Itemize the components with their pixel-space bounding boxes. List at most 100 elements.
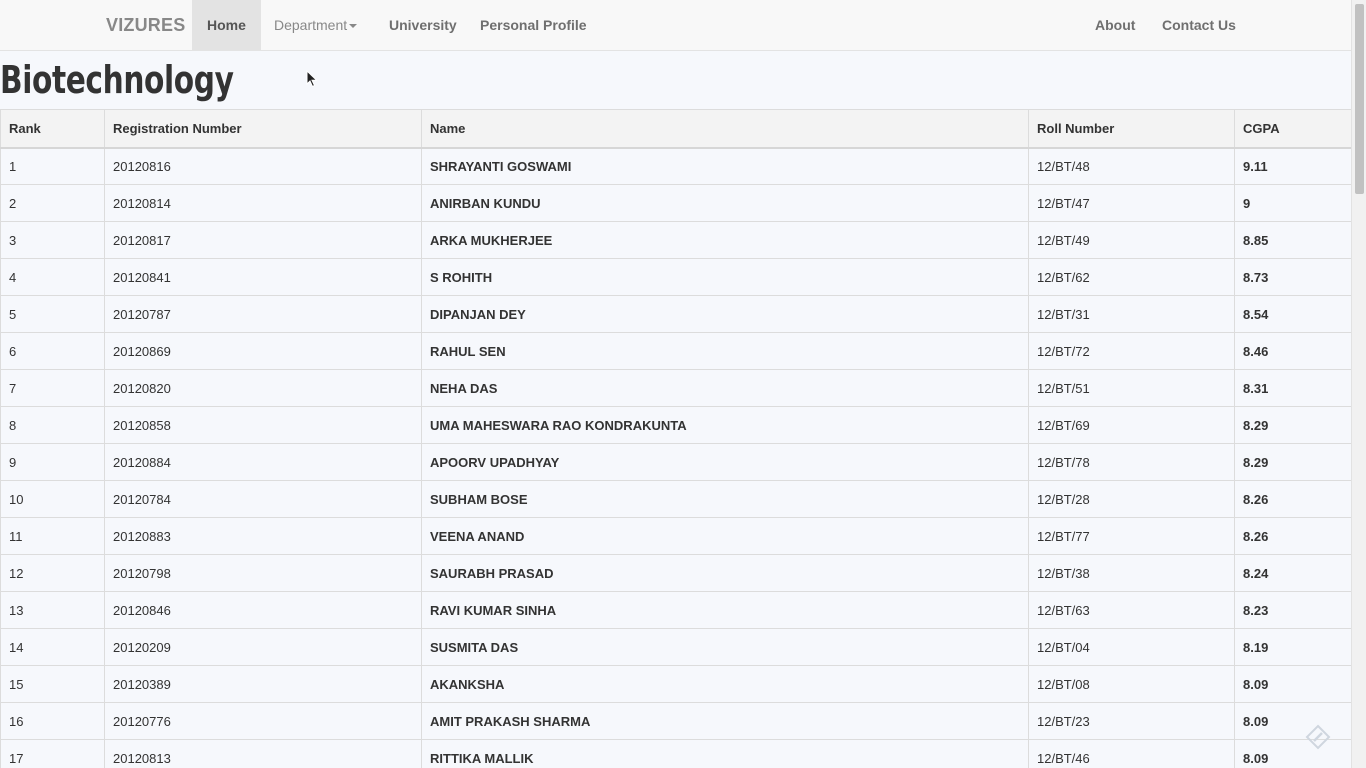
registration-number-cell: 20120776	[104, 702, 422, 740]
table-row: 1 20120816 SHRAYANTI GOSWAMI 12/BT/48 9.11	[0, 147, 1352, 185]
rank-cell: 1	[0, 147, 105, 185]
name-cell: ARKA MUKHERJEE	[421, 221, 1029, 259]
roll-number-cell: 12/BT/63	[1028, 591, 1235, 629]
rank-table-container: Rank Registration Number Name Roll Numbe…	[0, 109, 1352, 768]
roll-number-cell: 12/BT/78	[1028, 443, 1235, 481]
registration-number-cell: 20120820	[104, 369, 422, 407]
nav-department-dropdown[interactable]: Department	[259, 0, 372, 50]
registration-number-cell: 20120784	[104, 480, 422, 518]
name-cell: SUBHAM BOSE	[421, 480, 1029, 518]
vertical-scrollbar[interactable]	[1351, 0, 1366, 768]
rank-cell: 15	[0, 665, 105, 703]
registration-number-cell: 20120858	[104, 406, 422, 444]
roll-number-cell: 12/BT/38	[1028, 554, 1235, 592]
rank-cell: 9	[0, 443, 105, 481]
name-cell: DIPANJAN DEY	[421, 295, 1029, 333]
registration-number-cell: 20120816	[104, 147, 422, 185]
nav-home[interactable]: Home	[192, 0, 261, 50]
registration-number-cell: 20120209	[104, 628, 422, 666]
registration-number-cell: 20120841	[104, 258, 422, 296]
name-cell: AKANKSHA	[421, 665, 1029, 703]
name-cell: RAHUL SEN	[421, 332, 1029, 370]
cgpa-cell: 8.09	[1234, 739, 1352, 768]
table-row: 6 20120869 RAHUL SEN 12/BT/72 8.46	[0, 332, 1352, 370]
table-row: 3 20120817 ARKA MUKHERJEE 12/BT/49 8.85	[0, 221, 1352, 259]
cgpa-cell: 8.23	[1234, 591, 1352, 629]
cgpa-cell: 8.24	[1234, 554, 1352, 592]
table-row: 8 20120858 UMA MAHESWARA RAO KONDRAKUNTA 12…	[0, 406, 1352, 444]
table-row: 13 20120846 RAVI KUMAR SINHA 12/BT/63 8.23	[0, 591, 1352, 629]
cgpa-cell: 9	[1234, 184, 1352, 222]
roll-number-cell: 12/BT/48	[1028, 147, 1235, 185]
name-cell: VEENA ANAND	[421, 517, 1029, 555]
table-row: 14 20120209 SUSMITA DAS 12/BT/04 8.19	[0, 628, 1352, 666]
pencil-icon[interactable]	[1305, 724, 1331, 750]
roll-number-cell: 12/BT/49	[1028, 221, 1235, 259]
roll-number-cell: 12/BT/51	[1028, 369, 1235, 407]
roll-number-cell: 12/BT/04	[1028, 628, 1235, 666]
nav-about[interactable]: About	[1080, 0, 1150, 50]
table-row: 7 20120820 NEHA DAS 12/BT/51 8.31	[0, 369, 1352, 407]
name-cell: SAURABH PRASAD	[421, 554, 1029, 592]
cgpa-cell: 8.73	[1234, 258, 1352, 296]
registration-number-cell: 20120817	[104, 221, 422, 259]
rank-cell: 12	[0, 554, 105, 592]
rank-cell: 7	[0, 369, 105, 407]
nav-contact-us[interactable]: Contact Us	[1147, 0, 1251, 50]
rank-cell: 5	[0, 295, 105, 333]
column-header-roll-number: Roll Number	[1028, 109, 1235, 149]
rank-cell: 10	[0, 480, 105, 518]
name-cell: NEHA DAS	[421, 369, 1029, 407]
registration-number-cell: 20120787	[104, 295, 422, 333]
table-row: 4 20120841 S ROHITH 12/BT/62 8.73	[0, 258, 1352, 296]
roll-number-cell: 12/BT/08	[1028, 665, 1235, 703]
nav-personal-profile[interactable]: Personal Profile	[465, 0, 602, 50]
roll-number-cell: 12/BT/62	[1028, 258, 1235, 296]
nav-university[interactable]: University	[374, 0, 472, 50]
cgpa-cell: 8.85	[1234, 221, 1352, 259]
roll-number-cell: 12/BT/69	[1028, 406, 1235, 444]
table-row: 12 20120798 SAURABH PRASAD 12/BT/38 8.24	[0, 554, 1352, 592]
cgpa-cell: 9.11	[1234, 147, 1352, 185]
cgpa-cell: 8.19	[1234, 628, 1352, 666]
table-row: 9 20120884 APOORV UPADHYAY 12/BT/78 8.29	[0, 443, 1352, 481]
name-cell: APOORV UPADHYAY	[421, 443, 1029, 481]
table-row: 17 20120813 RITTIKA MALLIK 12/BT/46 8.09	[0, 739, 1352, 768]
page-title: Biotechnology	[0, 58, 234, 102]
registration-number-cell: 20120883	[104, 517, 422, 555]
table-row: 10 20120784 SUBHAM BOSE 12/BT/28 8.26	[0, 480, 1352, 518]
registration-number-cell: 20120798	[104, 554, 422, 592]
scrollbar-thumb[interactable]	[1355, 4, 1364, 194]
registration-number-cell: 20120884	[104, 443, 422, 481]
rank-cell: 8	[0, 406, 105, 444]
roll-number-cell: 12/BT/72	[1028, 332, 1235, 370]
roll-number-cell: 12/BT/47	[1028, 184, 1235, 222]
rank-cell: 13	[0, 591, 105, 629]
table-row: 11 20120883 VEENA ANAND 12/BT/77 8.26	[0, 517, 1352, 555]
table-row: 2 20120814 ANIRBAN KUNDU 12/BT/47 9	[0, 184, 1352, 222]
mouse-pointer-icon	[306, 70, 318, 88]
roll-number-cell: 12/BT/28	[1028, 480, 1235, 518]
name-cell: SHRAYANTI GOSWAMI	[421, 147, 1029, 185]
rank-cell: 17	[0, 739, 105, 768]
name-cell: RITTIKA MALLIK	[421, 739, 1029, 768]
table-row: 16 20120776 AMIT PRAKASH SHARMA 12/BT/23 8.0…	[0, 702, 1352, 740]
cgpa-cell: 8.26	[1234, 517, 1352, 555]
name-cell: SUSMITA DAS	[421, 628, 1029, 666]
rank-table: Rank Registration Number Name Roll Numbe…	[0, 109, 1352, 768]
roll-number-cell: 12/BT/46	[1028, 739, 1235, 768]
name-cell: S ROHITH	[421, 258, 1029, 296]
cgpa-cell: 8.54	[1234, 295, 1352, 333]
rank-cell: 3	[0, 221, 105, 259]
name-cell: UMA MAHESWARA RAO KONDRAKUNTA	[421, 406, 1029, 444]
brand-logo[interactable]: VIZURES	[106, 15, 185, 36]
rank-cell: 6	[0, 332, 105, 370]
roll-number-cell: 12/BT/31	[1028, 295, 1235, 333]
cgpa-cell: 8.46	[1234, 332, 1352, 370]
column-header-rank: Rank	[0, 109, 105, 149]
name-cell: RAVI KUMAR SINHA	[421, 591, 1029, 629]
rank-cell: 14	[0, 628, 105, 666]
roll-number-cell: 12/BT/77	[1028, 517, 1235, 555]
table-body: 1 20120816 SHRAYANTI GOSWAMI 12/BT/48 9.11 2 2…	[0, 147, 1352, 768]
cgpa-cell: 8.29	[1234, 406, 1352, 444]
